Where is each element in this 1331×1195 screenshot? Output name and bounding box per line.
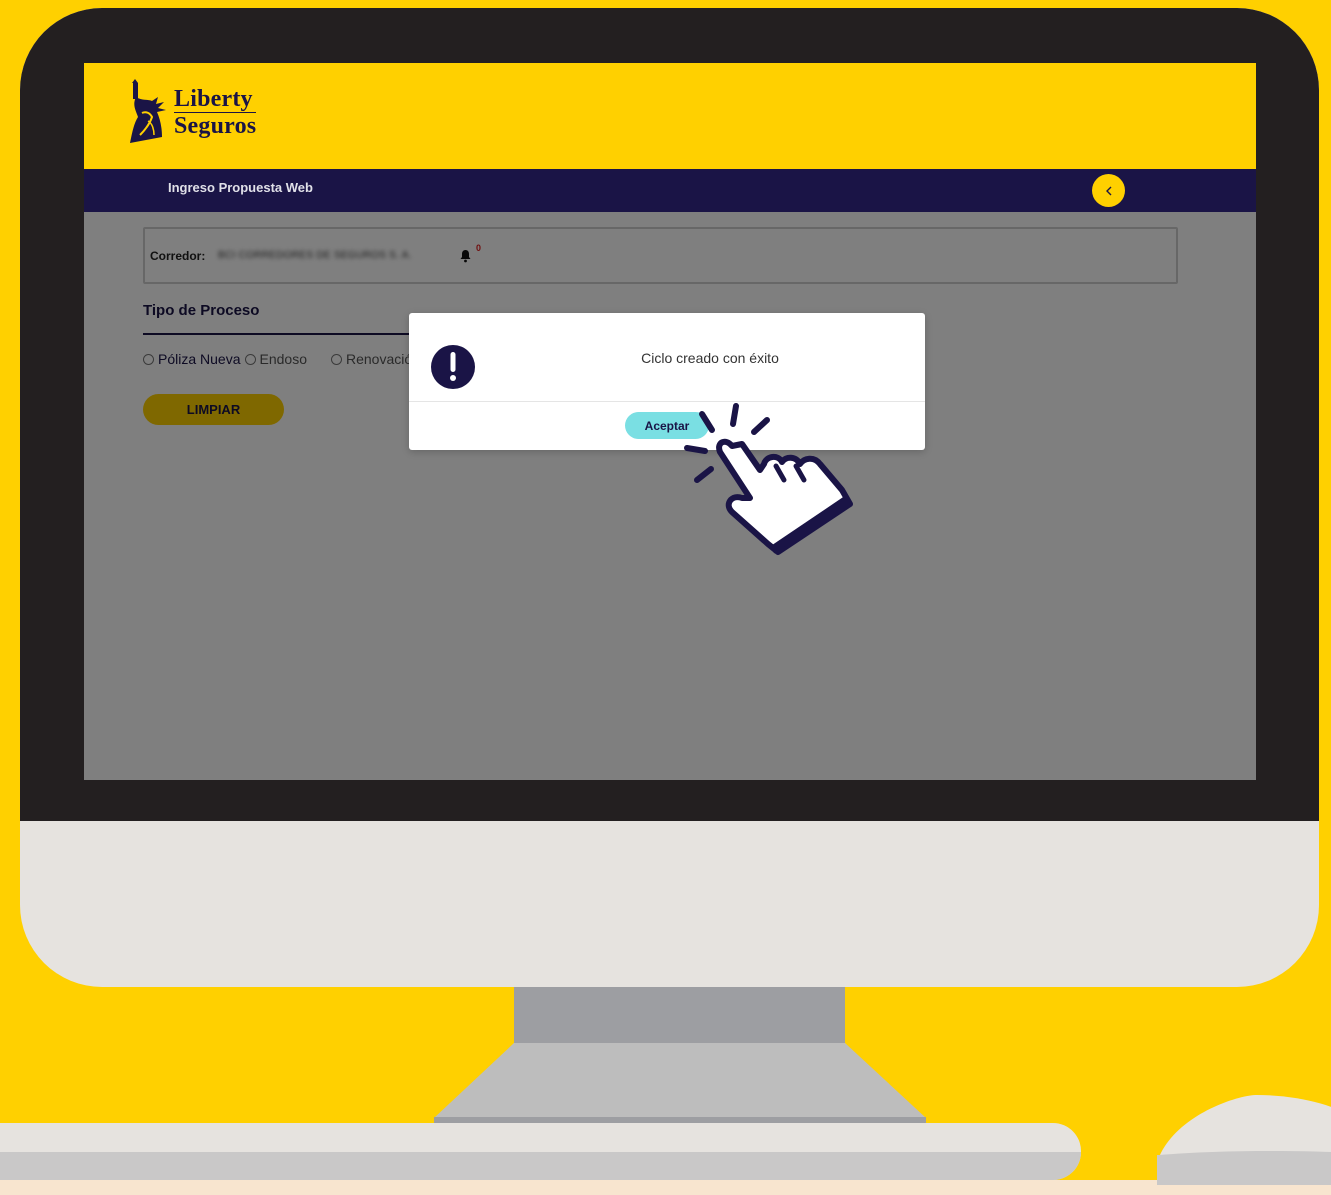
liberty-seguros-logo: Liberty Seguros [118, 77, 257, 147]
page-title: Ingreso Propuesta Web [168, 180, 313, 195]
logo-line-liberty: Liberty [174, 87, 257, 113]
dialog-message: Ciclo creado con éxito [641, 350, 779, 366]
chevron-left-icon [1105, 186, 1111, 195]
accept-button[interactable]: Aceptar [625, 412, 709, 439]
app-header: Liberty Seguros [84, 63, 1256, 169]
success-dialog: Ciclo creado con éxito Aceptar [409, 313, 925, 450]
desk-surface [0, 1180, 1331, 1195]
monitor-stand-neck [514, 986, 845, 1044]
dialog-divider [409, 401, 925, 402]
logo-line-seguros: Seguros [174, 112, 257, 139]
modal-backdrop[interactable] [84, 212, 1256, 780]
mouse [1157, 1095, 1331, 1185]
back-button[interactable] [1092, 174, 1125, 207]
top-navbar: Ingreso Propuesta Web [84, 169, 1256, 212]
keyboard [0, 1123, 1081, 1180]
app-screen: Liberty Seguros Ingreso Propuesta Web Co… [84, 63, 1256, 780]
logo-text: Liberty Seguros [174, 87, 257, 139]
statue-of-liberty-icon [130, 79, 166, 143]
